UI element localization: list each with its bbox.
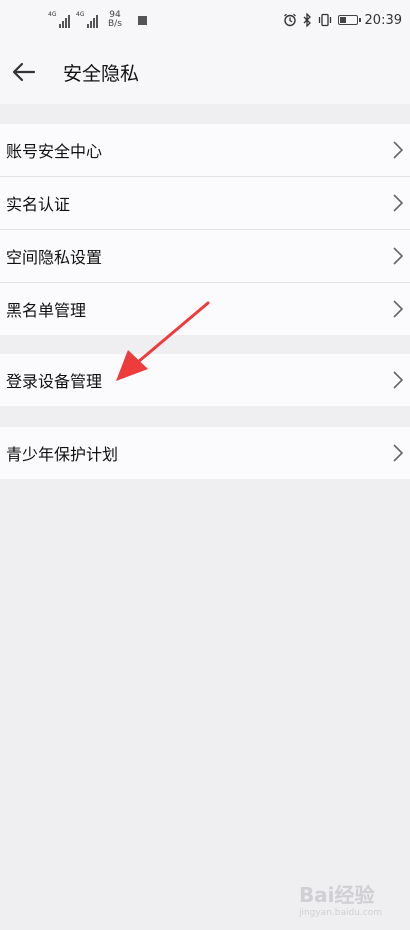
watermark-logo: Bai经验 jingyan.baidu.com bbox=[298, 883, 382, 918]
list-item-label: 实名认证 bbox=[6, 195, 71, 214]
chevron-right-icon bbox=[393, 371, 404, 389]
list-item-real-name[interactable]: 实名认证 bbox=[0, 177, 410, 230]
page-title: 安全隐私 bbox=[63, 63, 140, 85]
chevron-right-icon bbox=[393, 141, 404, 159]
list-item-account-security[interactable]: 账号安全中心 bbox=[0, 124, 410, 177]
bluetooth-icon bbox=[303, 13, 311, 27]
list-item-label: 青少年保护计划 bbox=[6, 445, 119, 464]
alarm-icon bbox=[283, 13, 296, 27]
chevron-right-icon bbox=[393, 444, 404, 462]
list-item-label: 空间隐私设置 bbox=[6, 248, 103, 267]
signal-icon: 4G bbox=[48, 12, 70, 28]
signal-icon-2: 4G bbox=[76, 12, 98, 28]
network-speed: 94 B/s bbox=[108, 10, 122, 29]
chevron-right-icon bbox=[393, 194, 404, 212]
chevron-right-icon bbox=[393, 300, 404, 318]
list-item-label: 账号安全中心 bbox=[6, 142, 103, 161]
list-item-label: 黑名单管理 bbox=[6, 301, 87, 320]
list-item-blacklist[interactable]: 黑名单管理 bbox=[0, 283, 410, 335]
battery-icon bbox=[337, 15, 361, 25]
app-header: 安全隐私 bbox=[0, 40, 410, 104]
status-bar: 4G 4G 94 B/s 20:39 bbox=[0, 0, 410, 40]
list-item-space-privacy[interactable]: 空间隐私设置 bbox=[0, 230, 410, 283]
list-item-youth-protection[interactable]: 青少年保护计划 bbox=[0, 427, 410, 479]
settings-group-devices: 登录设备管理 bbox=[0, 354, 410, 406]
chevron-right-icon bbox=[393, 247, 404, 265]
notification-icon bbox=[137, 15, 147, 25]
back-arrow-icon[interactable] bbox=[10, 58, 38, 86]
clock: 20:39 bbox=[364, 12, 402, 28]
list-item-login-devices[interactable]: 登录设备管理 bbox=[0, 354, 410, 406]
settings-group-youth: 青少年保护计划 bbox=[0, 427, 410, 479]
settings-group-account: 账号安全中心 实名认证 空间隐私设置 黑名单管理 bbox=[0, 124, 410, 335]
list-item-label: 登录设备管理 bbox=[6, 372, 103, 391]
vibrate-icon bbox=[318, 13, 331, 27]
